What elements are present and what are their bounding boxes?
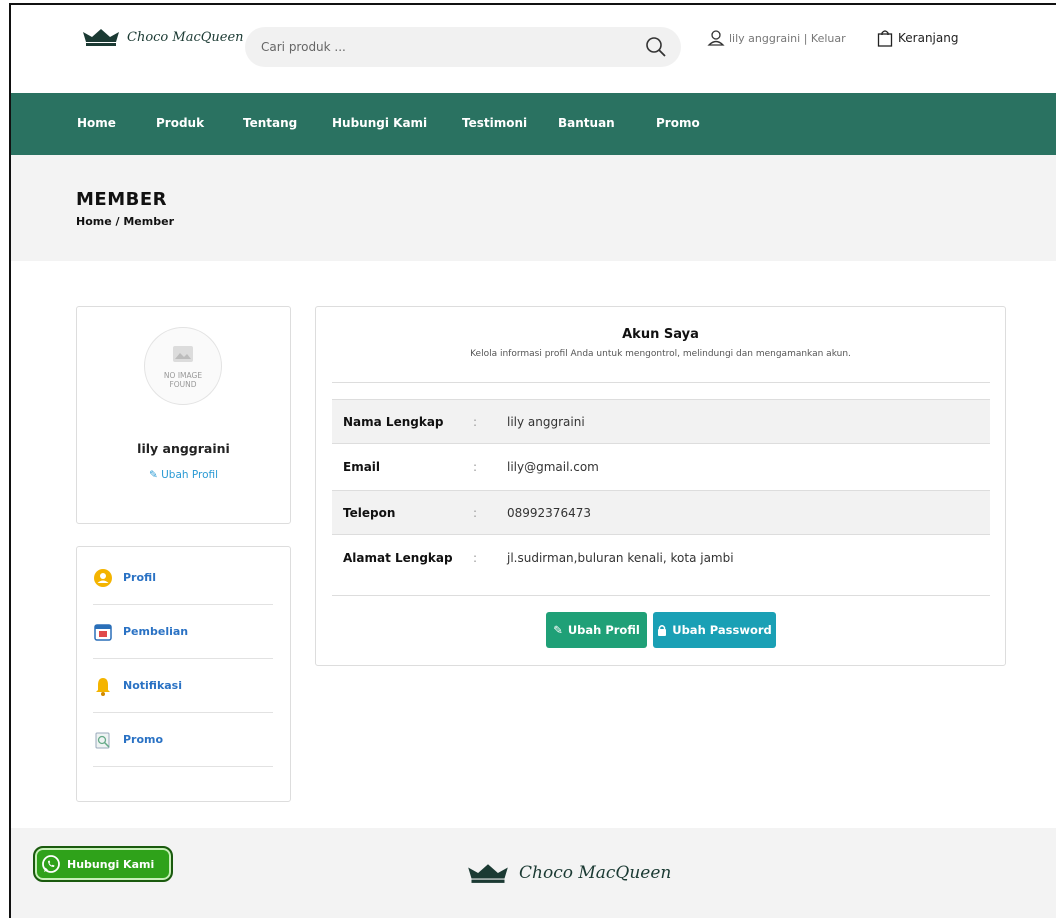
side-menu-label[interactable]: Promo [123,733,163,746]
site-logo[interactable]: Choco MacQueen [81,27,244,47]
account-card: Akun Saya Kelola informasi profil Anda u… [315,306,1006,666]
image-placeholder-icon [173,346,193,362]
avatar: NO IMAGE FOUND [144,327,222,405]
nav-home[interactable]: Home [77,116,116,130]
crown-icon [468,864,508,883]
field-value: lily anggraini [507,414,585,429]
change-password-button[interactable]: Ubah Password [653,612,776,648]
profile-name: lily anggraini [137,441,230,456]
account-title: Akun Saya [622,327,699,342]
profile-card: NO IMAGE FOUND lily anggraini ✎ Ubah Pro… [76,306,291,524]
search-bar[interactable]: Cari produk ... [245,27,681,67]
field-row-phone: Telepon : 08992376473 [332,490,990,535]
page-frame: Choco MacQueen Cari produk ... lily angg… [9,3,1056,918]
calendar-icon [94,623,112,641]
side-menu-profil[interactable]: Profil [93,551,273,605]
whatsapp-contact-button[interactable]: Hubungi Kami [33,846,173,882]
user-circle-icon [94,568,112,587]
field-value: lily@gmail.com [507,459,599,474]
side-menu-label[interactable]: Notifikasi [123,679,182,692]
edit-icon: ✎ [148,469,158,481]
profile-edit-label[interactable]: Ubah Profil [161,469,218,481]
nav-testimoni[interactable]: Testimoni [462,116,527,130]
whatsapp-label[interactable]: Hubungi Kami [67,858,154,871]
promo-icon [95,732,110,748]
no-image-line1: NO IMAGE [163,371,203,380]
nav-bantuan[interactable]: Bantuan [558,116,615,130]
side-menu-notifikasi[interactable]: Notifikasi [93,659,273,713]
field-label: Telepon [343,505,396,520]
footer-logo: Choco MacQueen [465,862,671,884]
side-menu-pembelian[interactable]: Pembelian [93,605,273,659]
field-separator: : [473,505,478,520]
cart-link[interactable]: Keranjang [877,29,958,47]
user-text[interactable]: lily anggraini | Keluar [729,32,846,45]
search-input[interactable]: Cari produk ... [261,40,645,54]
side-menu-label[interactable]: Pembelian [123,625,188,638]
crown-icon [83,29,119,46]
side-menu: Profil Pembelian Notifikasi Promo [76,546,291,802]
no-image-line2: FOUND [169,380,197,389]
field-separator: : [473,459,478,474]
whatsapp-icon [42,855,60,873]
divider [332,595,990,596]
nav-hubungi-kami[interactable]: Hubungi Kami [332,116,427,130]
user-account-link[interactable]: lily anggraini | Keluar [707,29,846,47]
no-image-text: NO IMAGE FOUND [145,371,221,389]
cart-label[interactable]: Keranjang [898,31,958,45]
edit-profile-button[interactable]: ✎ Ubah Profil [546,612,647,648]
breadcrumb[interactable]: Home / Member [76,215,174,228]
nav-produk[interactable]: Produk [156,116,204,130]
edit-icon: ✎ [553,623,563,637]
lock-icon [658,625,667,636]
bell-icon [96,677,110,696]
divider [332,382,990,383]
nav-tentang[interactable]: Tentang [243,116,297,130]
user-icon [707,30,725,46]
field-label: Alamat Lengkap [343,550,453,565]
account-subtitle: Kelola informasi profil Anda untuk mengo… [470,349,851,359]
field-value: 08992376473 [507,505,591,520]
nav-promo[interactable]: Promo [656,116,700,130]
change-password-label[interactable]: Ubah Password [672,623,772,637]
shopping-bag-icon [877,30,893,47]
field-row-email: Email : lily@gmail.com [332,444,990,489]
field-label: Email [343,459,381,474]
header: Choco MacQueen Cari produk ... lily angg… [11,5,1056,93]
field-label: Nama Lengkap [343,414,444,429]
logo-text: Choco MacQueen [127,29,244,45]
field-value: jl.sudirman,buluran kenali, kota jambi [507,550,734,565]
field-row-address: Alamat Lengkap : jl.sudirman,buluran ken… [332,535,990,580]
side-menu-promo[interactable]: Promo [93,713,273,767]
page-title: MEMBER [76,189,167,210]
field-separator: : [473,414,478,429]
field-separator: : [473,550,478,565]
side-menu-label[interactable]: Profil [123,571,156,584]
search-icon[interactable] [645,36,667,58]
profile-edit-link[interactable]: ✎ Ubah Profil [77,469,290,481]
main-nav: Home Produk Tentang Hubungi Kami Testimo… [11,93,1056,155]
field-row-name: Nama Lengkap : lily anggraini [332,399,990,444]
page-header-band: MEMBER Home / Member [11,155,1056,261]
edit-profile-label[interactable]: Ubah Profil [568,623,640,637]
footer-logo-text: Choco MacQueen [519,863,672,883]
